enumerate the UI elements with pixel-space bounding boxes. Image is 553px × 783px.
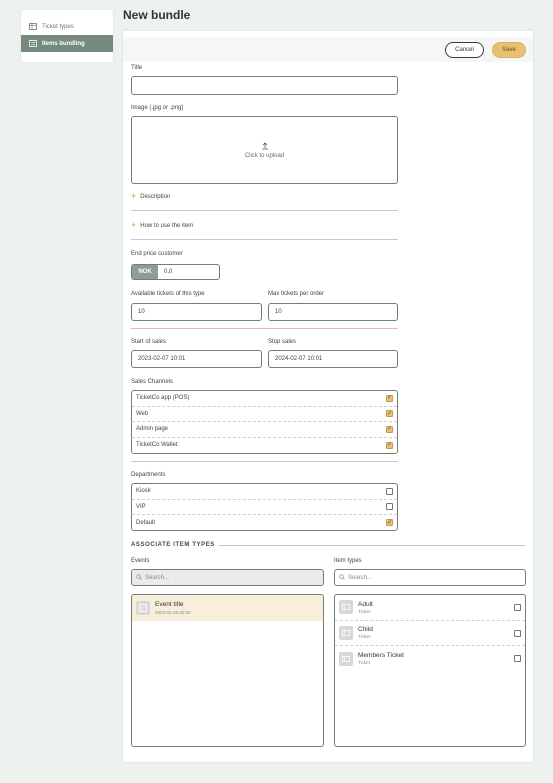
howto-label: How to use the item [140,222,194,229]
table-icon [29,23,37,30]
title-input[interactable] [131,76,398,95]
item-types-label: Item types [334,558,362,564]
sidebar-item-label: Items bundling [42,40,85,47]
events-label: Events [131,558,150,564]
list-item[interactable]: Kiosk [132,484,397,500]
list-item[interactable]: TicketCo Wallet ✓ [132,438,397,454]
search-placeholder: Search... [348,574,373,581]
image-upload-dropzone[interactable]: Click to upload [131,116,398,184]
departments-list: Kiosk VIP Default ✓ [131,483,398,531]
available-label: Available tickets of this type [131,291,205,297]
list-icon [29,40,37,47]
stop-label: Stop sales [268,339,297,345]
department-checkbox[interactable] [386,503,393,511]
channel-label: Web [136,410,149,417]
item-type-checkbox[interactable] [514,629,521,637]
list-item[interactable]: Event title 2023-02-28 02:00 [132,595,323,621]
department-checkbox[interactable] [386,487,393,495]
price-input-group: NOK 0,0 [131,264,220,280]
cancel-button[interactable]: Cancel [445,42,484,58]
price-label: End price customer [131,251,183,257]
max-label: Max tickets per order [268,291,325,297]
currency-badge: NOK [132,265,158,279]
sidebar-item-items-bundling[interactable]: Items bundling [21,35,113,52]
items-search-input[interactable]: Search... [334,569,526,586]
item-type-name: Child [358,626,373,634]
list-item[interactable]: VIP [132,500,397,515]
form-toolbar: Cancel Save [123,37,533,62]
ticket-icon [339,651,353,666]
associate-heading-text: ASSOCIATE ITEM TYPES [131,542,215,548]
item-type-name: Adult [358,600,373,608]
divider [131,328,398,329]
search-icon [339,573,345,582]
search-placeholder: Search... [145,574,170,581]
event-image-icon [136,601,150,615]
events-list: Event title 2023-02-28 02:00 [131,594,324,747]
list-item[interactable]: Default ✓ [132,515,397,531]
ticket-icon [339,600,353,615]
department-label: Default [136,519,156,526]
event-date: 2023-02-28 02:00 [155,610,191,615]
sidebar-item-ticket-types[interactable]: Ticket types [21,18,113,35]
divider [218,544,525,546]
channels-label: Sales Channels [131,379,174,385]
howto-toggle[interactable]: + How to use the item [131,212,398,240]
item-type-checkbox[interactable] [514,655,521,662]
item-type-sub: Ticket [358,608,370,614]
plus-icon: + [131,220,137,230]
department-label: Kiosk [136,488,151,495]
list-item[interactable]: Child Ticket [335,621,525,646]
page-title: New bundle [123,8,191,22]
list-item[interactable]: Web ✓ [132,407,397,422]
item-type-name: Members Ticket [358,652,404,660]
channels-list: TicketCo app (POS) ✓ Web ✓ Admin page ✓ … [131,390,398,454]
list-item[interactable]: Members Ticket Ticket [335,646,525,672]
event-title: Event title [155,601,184,608]
start-input[interactable]: 2023-02-07 10:01 [131,350,262,368]
search-icon [136,573,142,582]
sidebar-item-label: Ticket types [42,23,74,30]
bundle-form-card: Cancel Save Title Image (.jpg or .png) C… [123,31,533,762]
stop-input[interactable]: 2024-02-07 10:01 [268,350,398,368]
department-label: VIP [136,503,146,510]
list-item[interactable]: TicketCo app (POS) ✓ [132,391,397,407]
title-label: Title [131,65,143,71]
channel-checkbox[interactable]: ✓ [386,441,393,449]
list-item[interactable]: Adult Ticket [335,595,525,621]
description-toggle[interactable]: + Description [131,183,398,211]
channel-checkbox[interactable]: ✓ [386,425,393,433]
channel-label: TicketCo app (POS) [136,395,190,402]
upload-icon [261,141,269,152]
ticket-icon [339,625,353,640]
image-label: Image (.jpg or .png) [131,105,184,111]
available-input[interactable]: 10 [131,303,262,321]
department-checkbox[interactable]: ✓ [386,519,393,527]
associate-heading: ASSOCIATE ITEM TYPES [131,541,525,549]
divider [131,461,398,462]
channel-label: Admin page [136,426,169,433]
item-types-list: Adult Ticket Child Ticket Members Ticket… [334,594,526,747]
upload-text: Click to upload [244,152,285,159]
events-search-input[interactable]: Search... [131,569,324,586]
start-label: Start of sales [131,339,167,345]
item-type-checkbox[interactable] [514,604,521,611]
channel-checkbox[interactable]: ✓ [386,410,393,418]
channel-label: TicketCo Wallet [136,442,178,449]
max-input[interactable]: 10 [268,303,398,321]
save-button[interactable]: Save [492,42,526,58]
description-label: Description [140,193,171,200]
plus-icon: + [131,191,137,201]
list-item[interactable]: Admin page ✓ [132,422,397,438]
sidebar: Ticket types Items bundling [21,10,113,62]
item-type-sub: Ticket [358,634,370,640]
departments-label: Departments [131,472,166,478]
item-type-sub: Ticket [358,660,370,666]
price-input[interactable]: 0,0 [158,265,172,279]
channel-checkbox[interactable]: ✓ [386,394,393,402]
